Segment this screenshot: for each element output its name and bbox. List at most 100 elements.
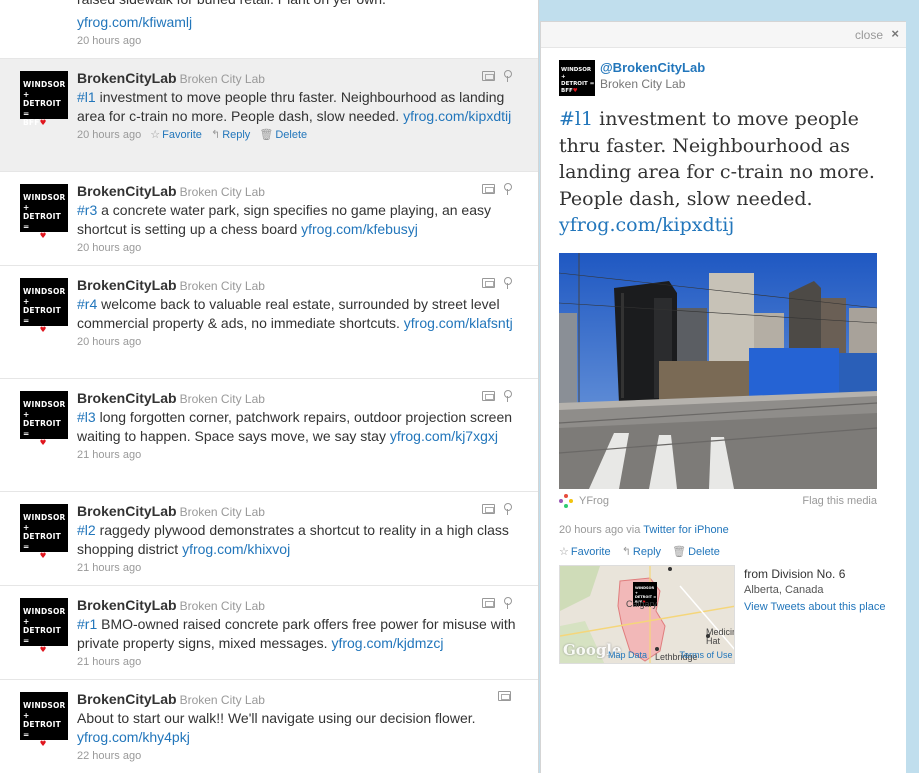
tweet-link[interactable]: yfrog.com/khixvoj <box>182 541 290 557</box>
avatar[interactable]: WINDSOR + DETROIT = BFF♥ <box>20 71 68 127</box>
avatar[interactable]: WINDSOR + DETROIT = BFF♥ <box>559 60 595 96</box>
close-button[interactable]: close <box>855 28 883 42</box>
hashtag-link[interactable]: #r1 <box>77 616 97 632</box>
tweet-item[interactable]: WINDSOR + DETROIT = BFF♥ BrokenCityLab Brok… <box>0 172 538 266</box>
timeline: raised sidewalk for buried retail. Plant… <box>0 0 539 773</box>
tweet-author-name[interactable]: BrokenCityLab <box>77 277 177 293</box>
tweet-timestamp: 20 hours ago via Twitter for iPhone <box>559 524 729 536</box>
tweet-item[interactable]: WINDSOR + DETROIT = BFF♥ BrokenCityLab Brok… <box>0 492 538 586</box>
tweet-item[interactable]: WINDSOR + DETROIT = BFF♥ BrokenCityLab Brok… <box>0 266 538 379</box>
location-pin-icon <box>503 503 512 515</box>
tweet-time[interactable]: 20 hours ago <box>77 129 141 141</box>
tweet-details-pane: close × WINDSOR + DETROIT = BFF♥ @BrokenCi… <box>540 21 906 773</box>
star-icon: ☆ <box>150 129 161 141</box>
tweet-author-name[interactable]: BrokenCityLab <box>77 597 177 613</box>
tweet-partial[interactable]: raised sidewalk for buried retail. Plant… <box>0 0 538 59</box>
tweet-link[interactable]: yfrog.com/kfiwamlj <box>77 13 192 32</box>
tweet-text: #l1 investment to move people thru faste… <box>77 89 512 124</box>
map-terms-link[interactable]: Terms of Use <box>680 650 733 660</box>
delete-button[interactable]: 🗑 Delete <box>672 546 720 558</box>
media-source-link[interactable]: YFrog <box>579 495 609 507</box>
tweet-link[interactable]: yfrog.com/khy4pkj <box>77 729 190 745</box>
media-photo[interactable] <box>559 253 877 489</box>
hashtag-link[interactable]: #l2 <box>77 522 96 538</box>
tweet-author-name[interactable]: BrokenCityLab <box>77 503 177 519</box>
tweet-author-fullname: Broken City Lab <box>179 185 265 199</box>
place-name: from Division No. 6 <box>744 567 846 581</box>
details-header-bar: close × <box>541 22 906 48</box>
tweet-time[interactable]: 20 hours ago <box>77 242 141 254</box>
reply-arrow-icon: ↰ <box>210 129 221 141</box>
favorite-button[interactable]: ☆ Favorite <box>559 546 611 558</box>
tweet-item-selected[interactable]: WINDSOR + DETROIT = BFF♥ BrokenCityLab Brok… <box>0 59 538 172</box>
map-data-link[interactable]: Map Data <box>608 650 647 660</box>
tweet-text: About to start our walk!! We'll navigate… <box>77 710 476 745</box>
heart-icon: ♥ <box>39 739 47 748</box>
media-icon <box>482 278 495 288</box>
tweet-time[interactable]: 21 hours ago <box>77 449 141 461</box>
tweet-time[interactable]: 20 hours ago <box>77 35 141 47</box>
tweet-time[interactable]: 21 hours ago <box>77 656 141 668</box>
avatar[interactable]: WINDSOR + DETROIT = BFF♥ <box>20 391 68 447</box>
location-map[interactable]: WINDSOR +DETROIT =BFF♥ Calgary Medicine … <box>559 565 735 664</box>
flag-media-link[interactable]: Flag this media <box>802 495 877 507</box>
tweet-item[interactable]: WINDSOR + DETROIT = BFF♥ BrokenCityLab Brok… <box>0 586 538 680</box>
media-icon <box>482 504 495 514</box>
source-app-link[interactable]: Twitter for iPhone <box>643 524 729 536</box>
tweet-actions: ☆ Favorite ↰ Reply 🗑 Delete <box>559 545 728 558</box>
tweet-link[interactable]: yfrog.com/kjdmzcj <box>331 635 443 651</box>
location-pin-icon <box>503 277 512 289</box>
heart-icon: ♥ <box>39 231 47 240</box>
tweet-link[interactable]: yfrog.com/kfebusyj <box>301 221 418 237</box>
media-icon <box>482 71 495 81</box>
close-icon[interactable]: × <box>891 26 899 41</box>
tweet-link[interactable]: yfrog.com/klafsntj <box>404 315 513 331</box>
tweet-author-name[interactable]: BrokenCityLab <box>77 70 177 86</box>
location-pin-icon <box>503 597 512 609</box>
avatar[interactable]: WINDSOR + DETROIT = BFF♥ <box>20 504 68 560</box>
avatar[interactable]: WINDSOR + DETROIT = BFF♥ <box>20 184 68 240</box>
hashtag-link[interactable]: #l3 <box>77 409 96 425</box>
tweet-author-fullname: Broken City Lab <box>179 599 265 613</box>
heart-icon: ♥ <box>39 118 47 127</box>
hashtag-link[interactable]: #l1 <box>559 108 593 130</box>
tweet-time[interactable]: 21 hours ago <box>77 562 141 574</box>
trash-icon: 🗑 <box>672 546 687 558</box>
tweet-link[interactable]: yfrog.com/kipxdtij <box>559 214 734 236</box>
heart-icon: ♥ <box>39 438 47 447</box>
media-icon <box>498 691 511 701</box>
tweet-author-name[interactable]: BrokenCityLab <box>77 183 177 199</box>
tweet-text: #r1 BMO-owned raised concrete park offer… <box>77 616 516 651</box>
tweet-author-fullname: Broken City Lab <box>179 279 265 293</box>
tweet-text: #l2 raggedy plywood demonstrates a short… <box>77 522 509 557</box>
tweet-link[interactable]: yfrog.com/kipxdtij <box>403 108 511 124</box>
tweet-time[interactable]: 20 hours ago <box>77 336 141 348</box>
avatar[interactable]: WINDSOR + DETROIT = BFF♥ <box>20 598 68 654</box>
tweet-link[interactable]: yfrog.com/kj7xgxj <box>390 428 498 444</box>
place-info: from Division No. 6 Alberta, Canada View… <box>744 566 885 615</box>
tweet-time[interactable]: 22 hours ago <box>77 750 141 762</box>
tweet-author-fullname: Broken City Lab <box>179 693 265 707</box>
avatar[interactable]: WINDSOR + DETROIT = BFF♥ <box>20 692 68 748</box>
delete-button[interactable]: 🗑 Delete <box>259 129 307 141</box>
favorite-button[interactable]: ☆ Favorite <box>150 129 202 141</box>
trash-icon: 🗑 <box>259 129 274 141</box>
author-handle-link[interactable]: @BrokenCityLab <box>600 60 705 75</box>
reply-button[interactable]: ↰ Reply <box>622 546 661 558</box>
place-region: Alberta, Canada <box>744 584 824 596</box>
hashtag-link[interactable]: #l1 <box>77 89 96 105</box>
heart-icon: ♥ <box>39 645 47 654</box>
reply-button[interactable]: ↰ Reply <box>211 129 250 141</box>
tweet-item[interactable]: WINDSOR + DETROIT = BFF♥ BrokenCityLab Brok… <box>0 680 538 773</box>
hashtag-link[interactable]: #r4 <box>77 296 97 312</box>
view-place-tweets-link[interactable]: View Tweets about this place <box>744 601 885 613</box>
avatar[interactable]: WINDSOR + DETROIT = BFF♥ <box>20 278 68 334</box>
tweet-author-name[interactable]: BrokenCityLab <box>77 691 177 707</box>
tweet-item[interactable]: WINDSOR + DETROIT = BFF♥ BrokenCityLab Brok… <box>0 379 538 492</box>
tweet-text: raised sidewalk for buried retail. Plant… <box>77 0 386 9</box>
media-icon <box>482 598 495 608</box>
map-city-label: Calgary <box>626 599 658 609</box>
location-pin-icon <box>503 390 512 402</box>
tweet-author-name[interactable]: BrokenCityLab <box>77 390 177 406</box>
hashtag-link[interactable]: #r3 <box>77 202 97 218</box>
